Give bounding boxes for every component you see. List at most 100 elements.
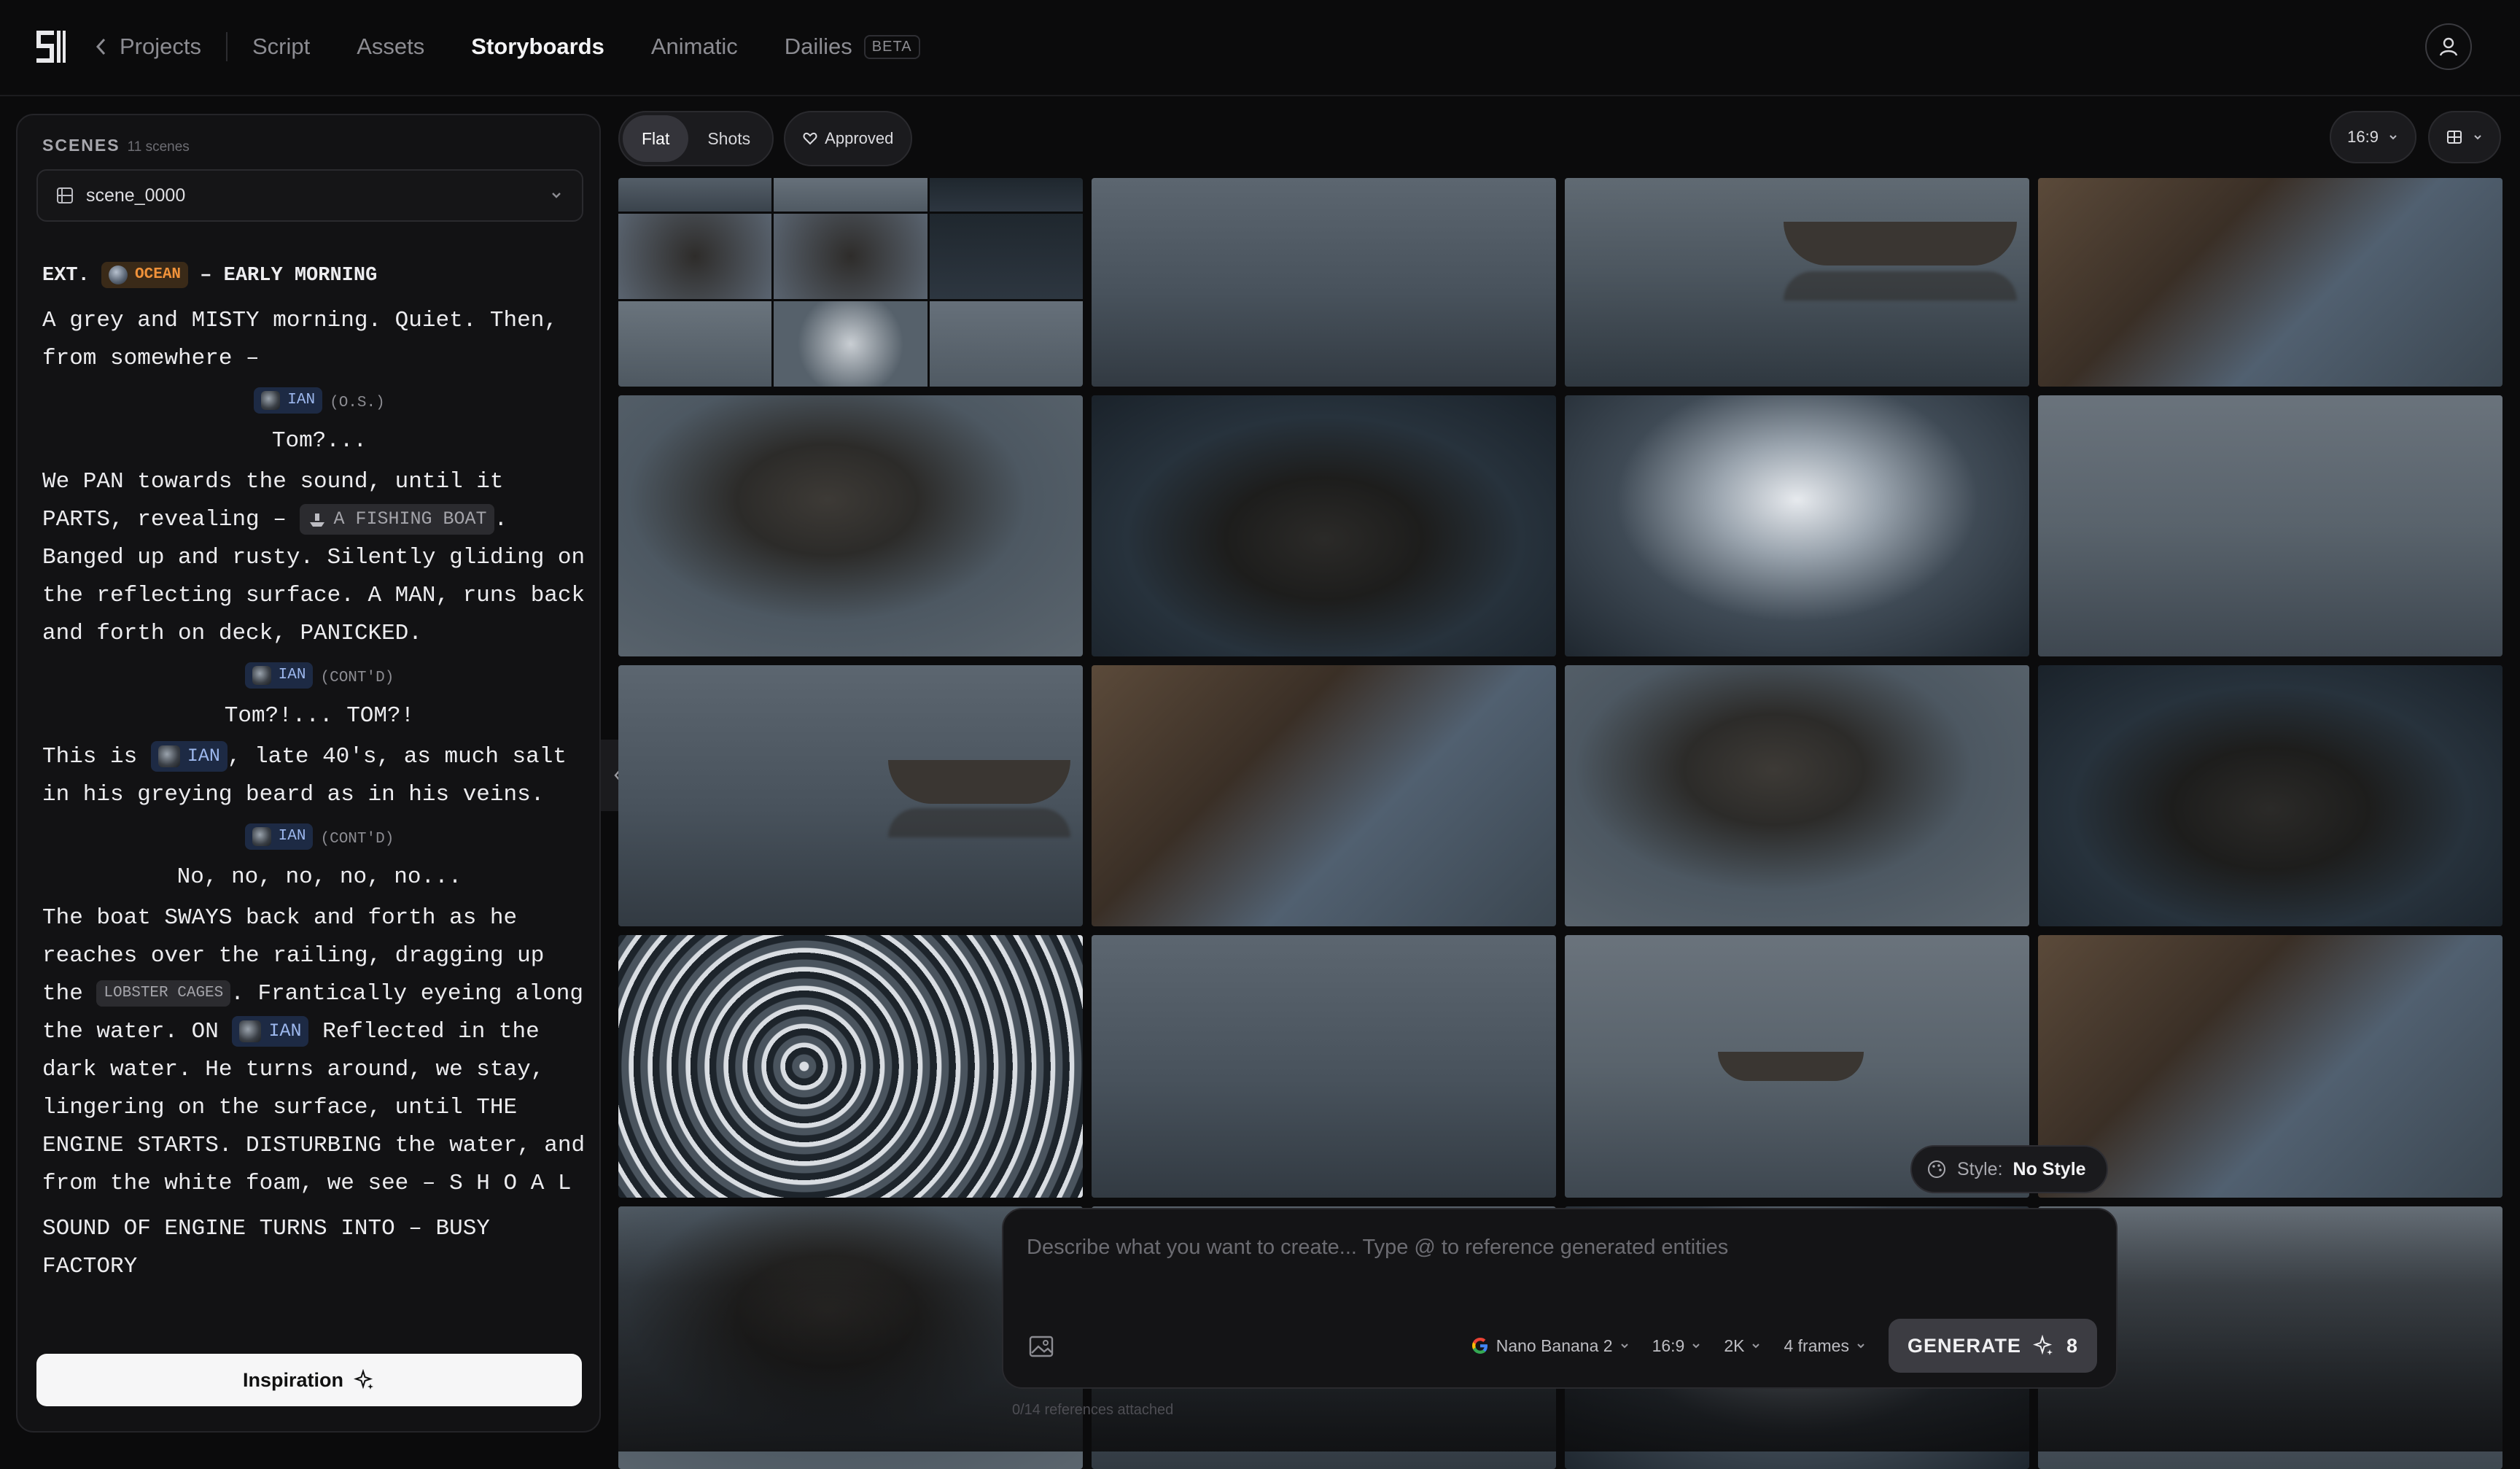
character-name: IAN bbox=[268, 1020, 302, 1042]
grid-icon bbox=[2447, 131, 2462, 144]
ratio-dropdown[interactable]: 16:9 bbox=[1652, 1336, 1703, 1356]
projects-link: Projects bbox=[120, 34, 201, 59]
top-nav: Projects Script Assets Storyboards Anima… bbox=[0, 0, 2520, 96]
character-name: IAN bbox=[278, 827, 306, 845]
sparkle-icon bbox=[354, 1369, 373, 1389]
scenes-panel: SCENES 11 scenes scene_0000 EXT. OCEAN – … bbox=[16, 114, 601, 1433]
character-tag-ian[interactable]: IAN bbox=[150, 740, 228, 772]
action-paragraph-1: A grey and MISTY morning. Quiet. Then, f… bbox=[42, 308, 558, 371]
chevron-down-icon bbox=[2474, 135, 2481, 140]
parenthetical-os: (O.S.) bbox=[330, 395, 385, 411]
character-cue-2: IAN (CONT'D) bbox=[42, 660, 596, 694]
beta-badge: BETA bbox=[863, 34, 920, 59]
character-tag-ian[interactable]: IAN bbox=[254, 387, 323, 414]
storyboard-frame[interactable] bbox=[618, 395, 1083, 656]
style-value: No Style bbox=[2012, 1158, 2086, 1179]
storyboard-frame[interactable] bbox=[618, 935, 1083, 1198]
image-upload-icon[interactable] bbox=[1028, 1335, 1054, 1358]
view-shots-button[interactable]: Shots bbox=[688, 115, 769, 162]
storyboard-frame[interactable] bbox=[1565, 395, 2029, 656]
ratio-value: 16:9 bbox=[1652, 1336, 1685, 1355]
resolution-value: 2K bbox=[1724, 1336, 1745, 1355]
chevron-left-icon bbox=[96, 38, 106, 55]
storyboard-frame[interactable] bbox=[618, 665, 1083, 926]
chevron-down-icon bbox=[1620, 1344, 1628, 1349]
user-avatar-button[interactable] bbox=[2425, 23, 2472, 70]
tab-dailies-label: Dailies bbox=[784, 34, 852, 59]
ian-thumbnail bbox=[252, 665, 271, 685]
storyboard-frame[interactable] bbox=[1565, 178, 2029, 387]
tab-storyboards[interactable]: Storyboards bbox=[471, 34, 604, 60]
storyboard-frame[interactable] bbox=[2038, 935, 2502, 1198]
storyboard-frame[interactable] bbox=[1092, 935, 1556, 1198]
scene-heading: EXT. OCEAN – EARLY MORNING bbox=[42, 257, 596, 295]
script-text: EXT. OCEAN – EARLY MORNING A grey and MI… bbox=[42, 257, 596, 1431]
selected-scene: scene_0000 bbox=[86, 185, 186, 206]
dialogue-3: No, no, no, no, no... bbox=[176, 864, 462, 890]
back-to-projects[interactable]: Projects bbox=[93, 34, 201, 60]
ocean-thumbnail bbox=[109, 265, 128, 284]
generate-button[interactable]: GENERATE 8 bbox=[1888, 1319, 2097, 1373]
boat-icon bbox=[310, 513, 325, 527]
storyboard-frame[interactable] bbox=[1092, 665, 1556, 926]
slug-prefix: EXT. bbox=[42, 265, 90, 287]
model-dropdown[interactable]: Nano Banana 2 bbox=[1470, 1336, 1630, 1356]
character-name: IAN bbox=[287, 391, 316, 408]
view-flat-button[interactable]: Flat bbox=[623, 115, 689, 162]
character-name: IAN bbox=[187, 745, 220, 767]
character-cue-3: IAN (CONT'D) bbox=[42, 821, 596, 856]
approved-label: Approved bbox=[825, 129, 894, 147]
p3-start: This is bbox=[42, 744, 138, 770]
storyboard-frame-mosaic[interactable] bbox=[618, 178, 1083, 387]
character-tag-ian[interactable]: IAN bbox=[244, 823, 314, 850]
app-logo-icon[interactable] bbox=[32, 28, 67, 66]
scene-icon bbox=[57, 187, 73, 204]
ian-thumbnail bbox=[252, 826, 271, 846]
resolution-dropdown[interactable]: 2K bbox=[1724, 1336, 1762, 1356]
chevron-down-icon bbox=[1857, 1344, 1864, 1349]
tab-dailies[interactable]: Dailies BETA bbox=[785, 34, 920, 60]
inspiration-button[interactable]: Inspiration bbox=[36, 1354, 582, 1406]
tab-script[interactable]: Script bbox=[252, 34, 310, 60]
prop-tag-label: A FISHING BOAT bbox=[333, 508, 487, 530]
prop-tag-lobster-cages[interactable]: LOBSTER CAGES bbox=[96, 980, 231, 1007]
character-tag-ian[interactable]: IAN bbox=[232, 1015, 309, 1047]
tab-assets[interactable]: Assets bbox=[357, 34, 424, 60]
storyboard-frame[interactable] bbox=[1092, 178, 1556, 387]
scene-count: 11 scenes bbox=[127, 139, 190, 155]
storyboard-frame[interactable] bbox=[2038, 178, 2502, 387]
aspect-ratio-dropdown[interactable]: 16:9 bbox=[2330, 111, 2416, 163]
dialogue-2: Tom?!... TOM?! bbox=[224, 703, 415, 729]
grid-layout-dropdown[interactable] bbox=[2428, 111, 2501, 163]
prompt-input[interactable]: Describe what you want to create... Type… bbox=[1027, 1236, 1728, 1260]
ian-thumbnail bbox=[261, 390, 281, 410]
ian-thumbnail bbox=[158, 745, 180, 767]
aspect-ratio-value: 16:9 bbox=[2347, 128, 2379, 146]
location-tag[interactable]: OCEAN bbox=[101, 261, 189, 288]
chevron-down-icon bbox=[552, 193, 561, 198]
user-icon bbox=[2439, 37, 2458, 56]
view-toggle: Flat Shots bbox=[618, 111, 774, 166]
chevron-down-icon bbox=[1752, 1344, 1760, 1349]
character-tag-ian[interactable]: IAN bbox=[244, 662, 314, 689]
chevron-down-icon bbox=[1692, 1344, 1700, 1349]
prompt-composer: Describe what you want to create... Type… bbox=[1002, 1208, 2118, 1389]
approved-filter-button[interactable]: Approved bbox=[784, 111, 913, 166]
storyboard-frame[interactable] bbox=[1565, 665, 2029, 926]
storyboard-frame[interactable] bbox=[2038, 395, 2502, 656]
scene-selector[interactable]: scene_0000 bbox=[36, 169, 583, 222]
action-paragraph-2: We PAN towards the sound, until it PARTS… bbox=[42, 463, 596, 653]
generate-label: GENERATE bbox=[1907, 1334, 2021, 1357]
frames-dropdown[interactable]: 4 frames bbox=[1784, 1336, 1866, 1356]
model-name: Nano Banana 2 bbox=[1496, 1336, 1613, 1355]
storyboard-frame[interactable] bbox=[2038, 665, 2502, 926]
character-name: IAN bbox=[278, 666, 306, 683]
storyboard-frame[interactable] bbox=[1092, 395, 1556, 656]
style-selector[interactable]: Style: No Style bbox=[1910, 1145, 2108, 1193]
style-label: Style: bbox=[1957, 1158, 2003, 1179]
scenes-header: SCENES 11 scenes bbox=[42, 136, 190, 155]
nav-divider bbox=[225, 32, 228, 61]
tab-animatic[interactable]: Animatic bbox=[651, 34, 738, 60]
prop-tag-fishing-boat[interactable]: A FISHING BOAT bbox=[300, 503, 494, 535]
palette-icon bbox=[1928, 1160, 1945, 1178]
